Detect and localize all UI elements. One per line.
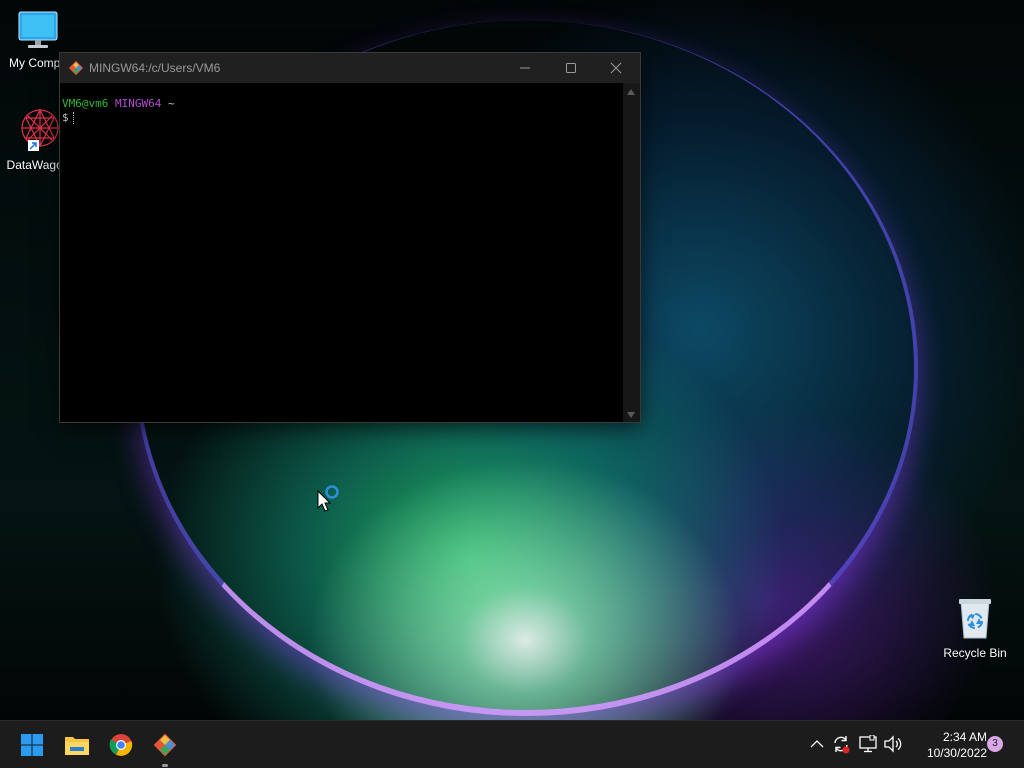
taskbar: 2:34 AM 10/30/2022 (0, 720, 1024, 768)
input-line[interactable]: $ (62, 111, 621, 125)
prompt-line: VM6@vm6 MINGW64 ~ (62, 97, 621, 111)
file-explorer-icon (65, 737, 89, 755)
prompt-path: ~ (167, 97, 175, 110)
busy-cursor-icon (317, 485, 339, 512)
minimize-icon (520, 67, 530, 69)
tray-network-button[interactable] (858, 733, 878, 755)
datawagon-icon (21, 108, 59, 151)
running-indicator (162, 764, 168, 767)
scroll-down-icon[interactable] (627, 412, 635, 418)
minimize-button[interactable] (502, 53, 548, 83)
vertical-scrollbar[interactable] (623, 83, 640, 422)
window-titlebar[interactable]: MINGW64:/c/Users/VM6 (60, 53, 640, 83)
desktop-icon-recycle-bin[interactable]: Recycle Bin (937, 596, 1013, 660)
terminal-window[interactable]: MINGW64:/c/Users/VM6 VM6@vm6 MINGW64 ~ $ (59, 52, 641, 423)
clock-time: 2:34 AM (942, 730, 987, 744)
recycle-bin-icon (959, 599, 991, 639)
tray-sync-button[interactable] (831, 733, 851, 755)
taskbar-chrome[interactable] (103, 727, 139, 763)
maximize-button[interactable] (548, 53, 594, 83)
volume-icon (884, 735, 902, 753)
clock-date: 10/30/2022 (926, 746, 987, 760)
network-icon (859, 735, 877, 753)
maximize-icon (566, 63, 576, 73)
taskbar-file-explorer[interactable] (59, 727, 95, 763)
sync-icon (834, 736, 850, 754)
close-icon (610, 62, 622, 74)
desktop-icon-label: Recycle Bin (943, 646, 1007, 660)
window-title: MINGW64:/c/Users/VM6 (89, 61, 221, 75)
terminal-output[interactable]: VM6@vm6 MINGW64 ~ $ (60, 83, 623, 422)
prompt-user: VM6@vm6 (62, 97, 109, 110)
git-bash-icon (68, 60, 84, 79)
show-hidden-icons-button[interactable] (807, 733, 827, 755)
mouse-cursor (316, 484, 342, 516)
notification-badge[interactable]: 3 (987, 736, 1003, 752)
clock[interactable]: 2:34 AM 10/30/2022 (905, 729, 987, 761)
text-cursor (72, 112, 75, 124)
scroll-up-icon[interactable] (627, 89, 635, 95)
monitor-icon (18, 11, 58, 48)
taskbar-git-bash[interactable] (147, 727, 183, 767)
close-button[interactable] (593, 53, 639, 83)
start-icon (21, 734, 43, 756)
git-bash-icon (153, 733, 177, 757)
prompt-system: MINGW64 (114, 97, 162, 110)
start-button[interactable] (14, 727, 50, 763)
chrome-icon (109, 734, 133, 756)
desktop-background: My Compu DataWagon Recycle Bin MINGW64:/… (0, 0, 1024, 720)
prompt-symbol: $ (62, 111, 69, 124)
chevron-up-icon (810, 740, 824, 748)
tray-volume-button[interactable] (883, 733, 903, 755)
